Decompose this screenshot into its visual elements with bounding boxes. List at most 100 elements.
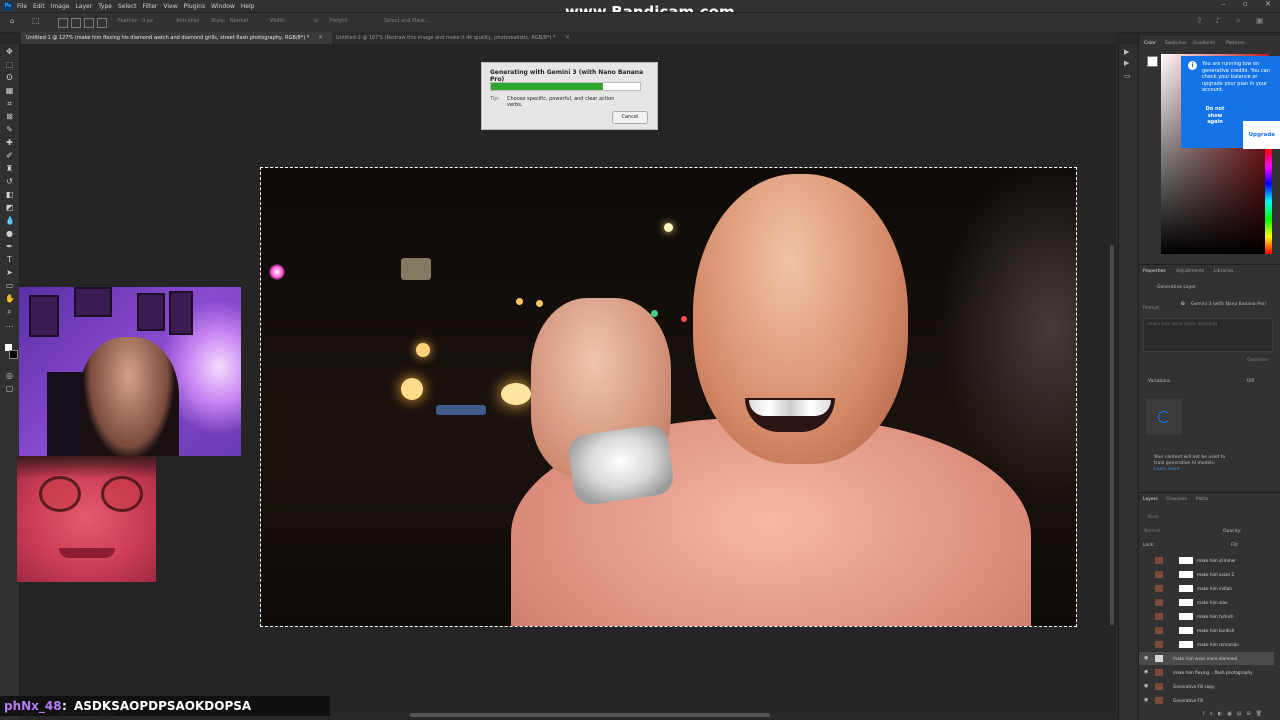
workspace-icon[interactable]: ▣ [1256,16,1264,25]
marquee-tool-icon[interactable]: ⬚ [32,16,40,25]
menu-filter[interactable]: Filter [143,3,158,10]
layer-row[interactable]: ◉ make him flexing ...flash photography [1139,666,1274,679]
hue-slider[interactable] [1265,149,1272,254]
menu-plugins[interactable]: Plugins [184,3,206,10]
menu-help[interactable]: Help [241,3,255,10]
layer-row[interactable]: make him romanian [1139,638,1274,651]
cancel-button[interactable]: Cancel [612,111,648,124]
upgrade-button[interactable]: Upgrade [1243,121,1280,149]
tab-properties[interactable]: Properties [1143,269,1166,274]
history-icon[interactable]: ▶ [1124,59,1129,67]
layer-row[interactable]: make him asian 2 [1139,568,1274,581]
shape-tool-icon[interactable]: ▭ [5,282,14,290]
tab-layers[interactable]: Layers [1143,497,1158,502]
horizontal-scrollbar[interactable] [410,713,770,717]
play-icon[interactable]: ▶ [1124,48,1129,56]
maximize-icon[interactable]: ▫ [1243,0,1248,8]
learn-more-link[interactable]: Learn more [1154,467,1180,472]
close-icon[interactable]: ✕ [1265,0,1271,8]
brush-tool-icon[interactable]: ✐ [5,152,14,160]
dont-show-again-button[interactable]: Do not show again [1203,106,1227,126]
tab-patterns[interactable]: Patterns [1226,41,1245,46]
intersect-selection-icon[interactable] [97,18,107,28]
layer-row[interactable]: make him indian [1139,582,1274,595]
subtract-selection-icon[interactable] [84,18,94,28]
quick-mask-icon[interactable]: ◎ [5,372,14,380]
visibility-icon[interactable]: ◉ [1144,666,1148,679]
minimize-icon[interactable]: – [1222,0,1226,8]
menu-image[interactable]: Image [51,3,70,10]
model-select[interactable]: Gemini 3 (with Nano Banana Pro) [1191,302,1266,307]
background-color-swatch[interactable] [9,350,18,359]
share-icon[interactable]: ⇪ [1196,16,1203,25]
healing-brush-icon[interactable]: ✚ [5,139,14,147]
layer-row[interactable]: make him slimmer [1139,554,1274,567]
gradient-tool-icon[interactable]: ◩ [5,204,14,212]
visibility-icon[interactable]: ◉ [1144,652,1148,665]
add-selection-icon[interactable] [71,18,81,28]
type-tool-icon[interactable]: T [5,256,14,264]
home-icon[interactable]: ⌂ [10,17,14,25]
tab-adjustments[interactable]: Adjustments [1176,269,1204,274]
blur-tool-icon[interactable]: 💧 [5,217,15,225]
tab-channels[interactable]: Channels [1166,497,1187,502]
eraser-icon[interactable]: ◧ [5,191,14,199]
menu-edit[interactable]: Edit [33,3,45,10]
menu-select[interactable]: Select [118,3,137,10]
foreground-swatch[interactable] [1147,56,1158,67]
hand-tool-icon[interactable]: ✋ [5,295,15,303]
zoom-tool-icon[interactable]: ⌕ [5,308,14,316]
tab-gradients[interactable]: Gradients [1193,41,1215,46]
layer-row[interactable]: ◉ make him wear more diamond [1139,652,1274,665]
tab-libraries[interactable]: Libraries [1214,269,1233,274]
menu-file[interactable]: File [17,3,27,10]
close-tab-icon[interactable]: × [565,34,570,41]
layer-row[interactable]: make him slav [1139,596,1274,609]
tab-paths[interactable]: Paths [1196,497,1208,502]
kind-filter[interactable]: Kind [1148,515,1158,520]
visibility-icon[interactable]: ◉ [1144,680,1148,693]
tab-color[interactable]: Color [1144,41,1156,46]
menu-layer[interactable]: Layer [75,3,92,10]
lasso-tool-icon[interactable]: ʘ [5,74,14,82]
marquee-tool-icon[interactable]: ⬚ [5,61,14,69]
menu-window[interactable]: Window [211,3,235,10]
layer-row[interactable]: ◉ Generative Fill [1139,694,1274,707]
generate-button[interactable]: Generate [1247,358,1268,363]
antialias-checkbox[interactable]: Anti-alias [176,18,199,24]
new-selection-icon[interactable] [58,18,68,28]
eyedropper-icon[interactable]: ✎ [5,126,14,134]
layer-row[interactable]: make him kurdish [1139,624,1274,637]
visibility-icon[interactable]: ◉ [1144,694,1148,707]
feather-input[interactable]: 0 px [142,18,153,24]
variation-thumbnail[interactable] [1146,399,1182,435]
frame-tool-icon[interactable]: ⊠ [5,113,14,121]
move-tool-icon[interactable]: ✥ [5,48,14,56]
layer-actions-bar[interactable]: fx◐▣▤⊞🗑 [1203,711,1267,717]
path-select-icon[interactable]: ➤ [5,269,14,277]
screen-mode-icon[interactable]: ▢ [5,385,14,393]
document-image[interactable] [260,167,1077,627]
pen-tool-icon[interactable]: ✒ [5,243,14,251]
search-icon[interactable]: ⌕ [1236,16,1240,26]
select-and-mask-button[interactable]: Select and Mask... [384,18,430,24]
menu-type[interactable]: Type [98,3,112,10]
history-brush-icon[interactable]: ↺ [5,178,14,186]
tab-untitled-1[interactable]: Untitled-1 @ 127% (make him flexing his … [21,32,332,44]
tab-untitled-2[interactable]: Untitled-2 @ 167% (Redraw this image and… [331,32,571,44]
notifications-icon[interactable]: ♪ [1215,16,1220,25]
object-select-icon[interactable]: ▦ [5,87,14,95]
comment-icon[interactable]: ▭ [1124,72,1131,80]
clone-stamp-icon[interactable]: ♜ [5,165,14,173]
layer-row[interactable]: make him turkish [1139,610,1274,623]
more-tools-icon[interactable]: … [5,321,14,329]
layer-row[interactable]: ◉ Generative Fill copy [1139,680,1274,693]
prompt-input[interactable]: make him wear more diamond [1143,318,1273,352]
close-tab-icon[interactable]: × [318,34,323,41]
style-select[interactable]: Normal [230,18,248,24]
menu-view[interactable]: View [163,3,177,10]
vertical-scrollbar[interactable] [1110,245,1114,625]
blend-mode-select[interactable]: Normal [1144,529,1160,534]
tab-swatches[interactable]: Swatches [1165,41,1187,46]
dodge-tool-icon[interactable]: ● [5,230,14,238]
